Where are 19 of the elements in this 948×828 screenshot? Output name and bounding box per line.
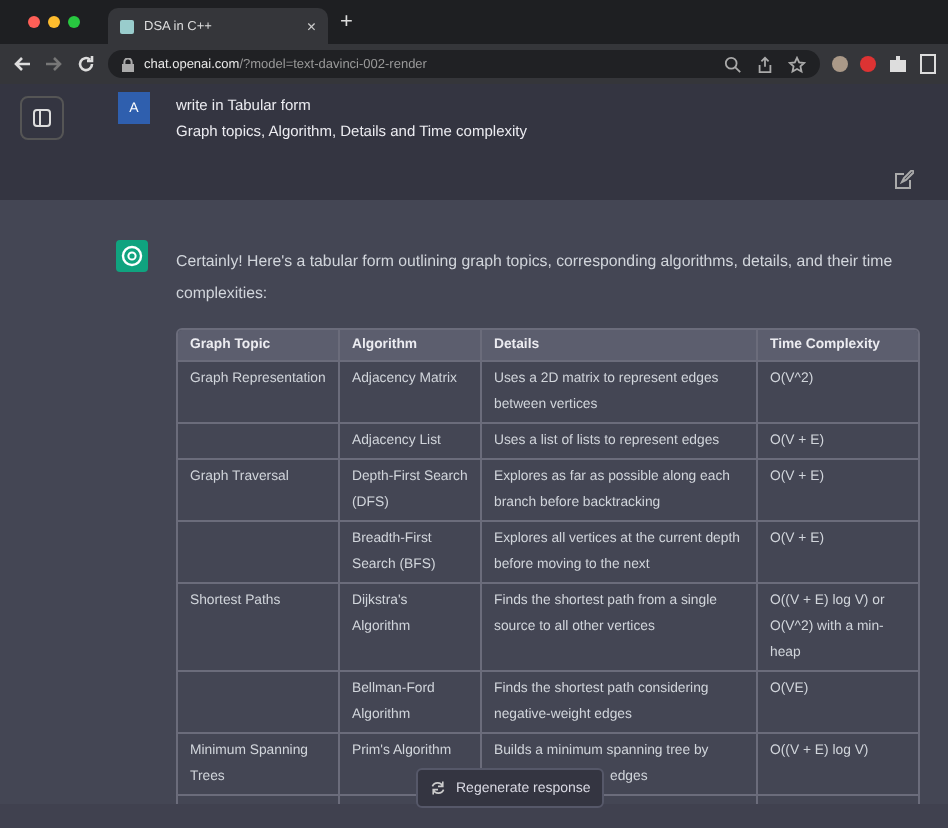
forward-icon[interactable] <box>44 54 64 74</box>
refresh-icon <box>430 780 446 796</box>
maximize-window-icon[interactable] <box>68 16 80 28</box>
reload-icon[interactable] <box>76 54 96 74</box>
sidebar-toggle-button[interactable] <box>20 96 64 140</box>
minimize-window-icon[interactable] <box>48 16 60 28</box>
zoom-icon[interactable] <box>724 55 742 73</box>
back-icon[interactable] <box>12 54 32 74</box>
star-icon[interactable] <box>788 55 806 73</box>
close-window-icon[interactable] <box>28 16 40 28</box>
close-icon[interactable]: × <box>306 17 316 35</box>
edit-icon[interactable] <box>894 170 914 190</box>
sidebar-icon <box>32 108 52 128</box>
side-panel-icon[interactable] <box>920 54 936 74</box>
assistant-logo-icon <box>116 240 148 272</box>
favicon-icon <box>120 19 134 33</box>
share-icon[interactable] <box>756 55 774 73</box>
new-tab-button[interactable]: + <box>340 10 353 34</box>
lock-icon <box>122 57 134 71</box>
